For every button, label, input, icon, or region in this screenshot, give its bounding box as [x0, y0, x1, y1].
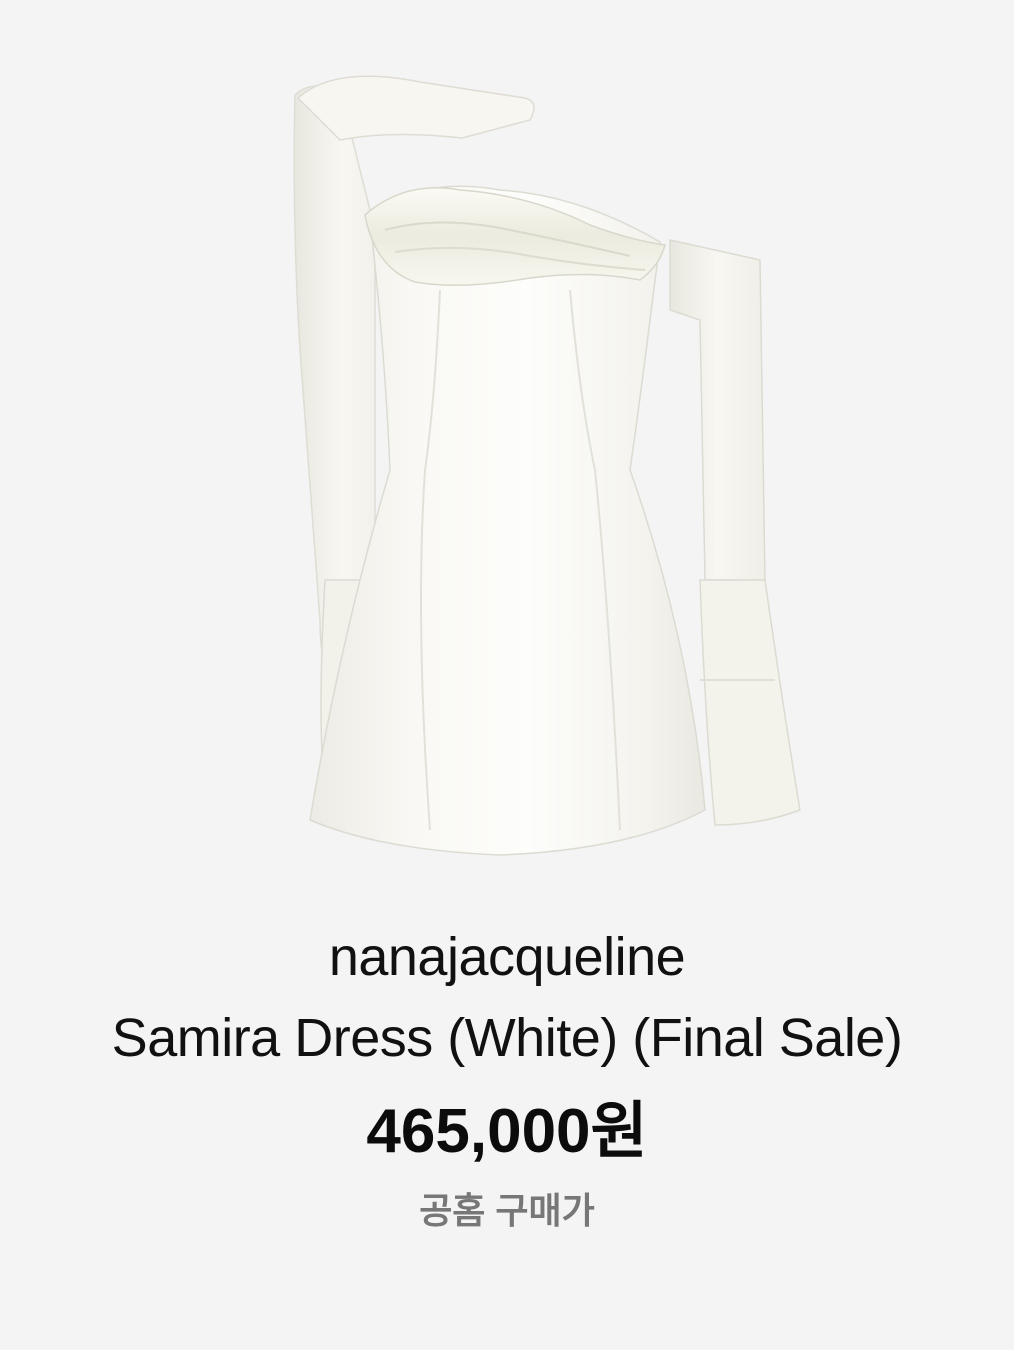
product-title[interactable]: Samira Dress (White) (Final Sale) — [0, 1003, 1014, 1073]
dress-illustration — [293, 75, 801, 856]
product-image[interactable] — [200, 20, 814, 870]
product-card[interactable]: nanajacqueline Samira Dress (White) (Fin… — [0, 0, 1014, 1350]
brand-name: nanajacqueline — [328, 927, 686, 987]
product-price: 465,000원 — [366, 1097, 648, 1166]
price-label: 공홈 구매가 — [419, 1190, 595, 1231]
